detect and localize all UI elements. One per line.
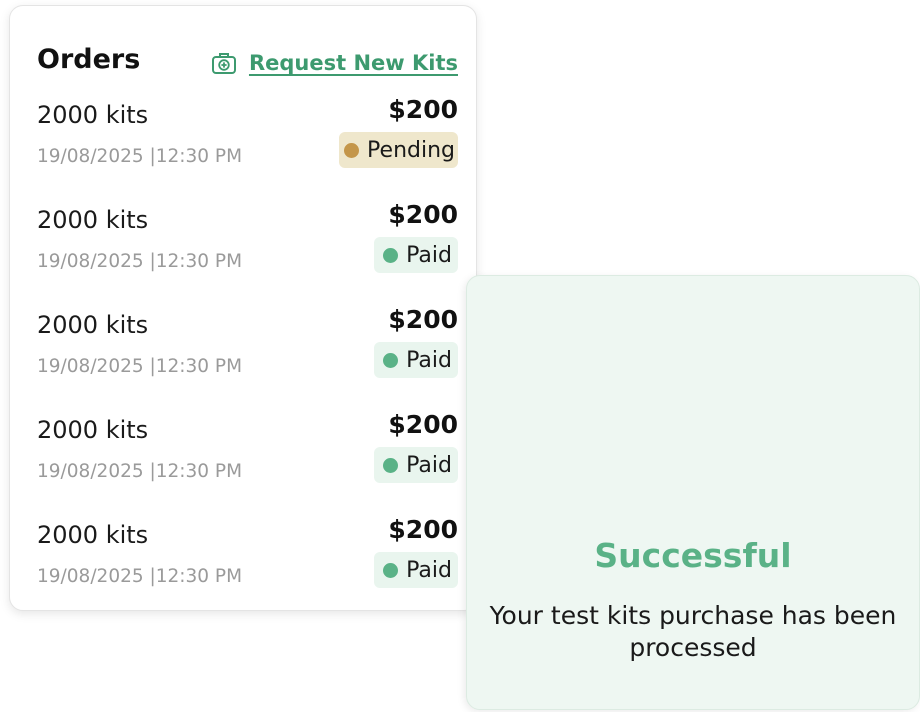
order-name: 2000 kits	[37, 416, 149, 444]
order-row[interactable]: 2000 kits 19/08/2025 |12:30 PM $200 Paid	[37, 410, 458, 506]
status-badge: Paid	[374, 237, 458, 273]
medical-kit-icon	[210, 49, 238, 77]
stage: Orders Request New Kits 2000 kits 19/08/…	[0, 0, 920, 712]
orders-title: Orders	[37, 44, 141, 75]
order-datetime: 19/08/2025 |12:30 PM	[37, 566, 243, 587]
order-row[interactable]: 2000 kits 19/08/2025 |12:30 PM $200 Paid	[37, 305, 458, 401]
request-new-kits-link[interactable]: Request New Kits	[210, 49, 458, 77]
order-row[interactable]: 2000 kits 19/08/2025 |12:30 PM $200 Paid	[37, 200, 458, 296]
status-label: Paid	[406, 557, 452, 583]
order-amount: $200	[388, 200, 458, 229]
status-label: Pending	[367, 137, 455, 163]
status-badge: Paid	[374, 447, 458, 483]
success-card: Successful Your test kits purchase has b…	[466, 275, 920, 710]
orders-card: Orders Request New Kits 2000 kits 19/08/…	[9, 5, 477, 611]
status-label: Paid	[406, 242, 452, 268]
order-datetime: 19/08/2025 |12:30 PM	[37, 251, 243, 272]
order-name: 2000 kits	[37, 101, 149, 129]
order-amount: $200	[388, 515, 458, 544]
status-dot-icon	[383, 352, 399, 368]
success-message: Your test kits purchase has been process…	[489, 601, 897, 662]
status-dot-icon	[383, 457, 399, 473]
status-dot-icon	[383, 562, 399, 578]
status-label: Paid	[406, 347, 452, 373]
order-datetime: 19/08/2025 |12:30 PM	[37, 146, 243, 167]
order-name: 2000 kits	[37, 311, 149, 339]
status-badge: Pending	[339, 132, 458, 168]
status-badge: Paid	[374, 552, 458, 588]
order-datetime: 19/08/2025 |12:30 PM	[37, 356, 243, 377]
status-dot-icon	[344, 142, 360, 158]
order-amount: $200	[388, 410, 458, 439]
order-name: 2000 kits	[37, 521, 149, 549]
order-amount: $200	[388, 305, 458, 334]
order-row[interactable]: 2000 kits 19/08/2025 |12:30 PM $200 Paid	[37, 515, 458, 611]
status-dot-icon	[383, 247, 399, 263]
order-row[interactable]: 2000 kits 19/08/2025 |12:30 PM $200 Pend…	[37, 95, 458, 191]
orders-header: Orders Request New Kits	[37, 40, 458, 84]
request-new-kits-label: Request New Kits	[248, 51, 458, 75]
success-title: Successful	[594, 536, 792, 575]
order-datetime: 19/08/2025 |12:30 PM	[37, 461, 243, 482]
order-amount: $200	[388, 95, 458, 124]
order-name: 2000 kits	[37, 206, 149, 234]
status-label: Paid	[406, 452, 452, 478]
status-badge: Paid	[374, 342, 458, 378]
